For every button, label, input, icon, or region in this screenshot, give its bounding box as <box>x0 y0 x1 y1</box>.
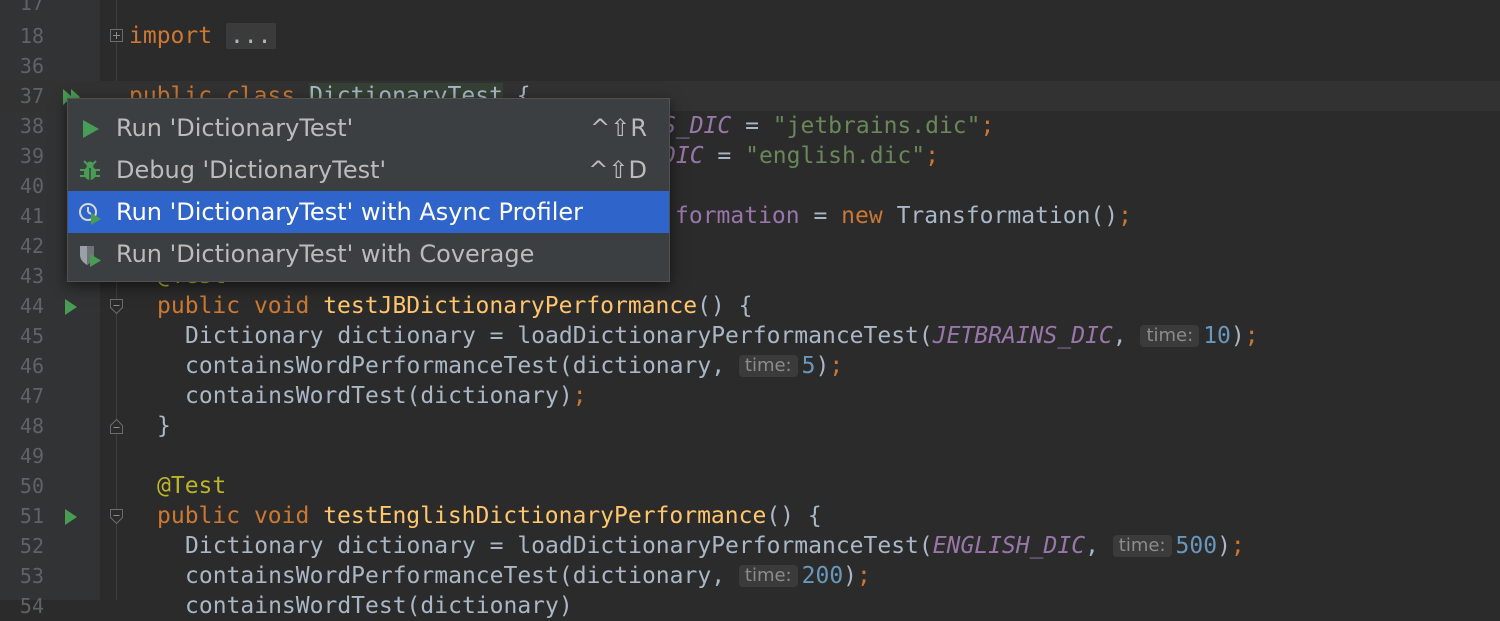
line-number: 46 <box>19 354 44 378</box>
menu-item-run[interactable]: Run 'DictionaryTest' ^⇧R <box>68 107 669 149</box>
code-text: DIC = "english.dic"; <box>662 143 939 169</box>
code-line[interactable]: 17 <box>0 0 1500 18</box>
line-number: 47 <box>19 384 44 408</box>
code-line[interactable]: 47 containsWordTest(dictionary); <box>0 381 1500 411</box>
code-text: public void testJBDictionaryPerformance(… <box>157 293 753 319</box>
menu-item-shortcut: ^⇧D <box>588 156 647 184</box>
code-text: } <box>157 413 171 439</box>
line-number: 52 <box>19 534 44 558</box>
code-text: containsWordPerformanceTest(dictionary, … <box>185 353 844 379</box>
line-number: 38 <box>19 114 44 138</box>
run-test-gutter-icon[interactable] <box>64 508 78 526</box>
fold-collapse-icon[interactable] <box>110 299 123 314</box>
line-number: 40 <box>19 174 44 198</box>
debug-icon <box>80 160 100 180</box>
code-text: Dictionary dictionary = loadDictionaryPe… <box>185 323 1259 349</box>
parameter-hint: time: <box>1140 325 1200 347</box>
code-line[interactable]: 18 import ... <box>0 21 1500 51</box>
code-line[interactable]: 51 public void testEnglishDictionaryPerf… <box>0 501 1500 531</box>
menu-item-label: Run 'DictionaryTest' <box>116 114 354 142</box>
line-number: 43 <box>19 264 44 288</box>
menu-item-label: Run 'DictionaryTest' with Coverage <box>116 240 535 268</box>
line-number: 53 <box>19 564 44 588</box>
code-line[interactable]: 48 } <box>0 411 1500 441</box>
menu-item-label: Run 'DictionaryTest' with Async Profiler <box>116 198 584 226</box>
parameter-hint: time: <box>1112 535 1172 557</box>
code-line[interactable]: 50 @Test <box>0 471 1500 501</box>
line-number: 48 <box>19 414 44 438</box>
parameter-hint: time: <box>738 355 798 377</box>
code-text: S_DIC = "jetbrains.dic"; <box>662 113 995 139</box>
code-text: Dictionary dictionary = loadDictionaryPe… <box>185 533 1245 559</box>
menu-item-async-profiler[interactable]: Run 'DictionaryTest' with Async Profiler <box>68 191 669 233</box>
code-line[interactable]: 45 Dictionary dictionary = loadDictionar… <box>0 321 1500 351</box>
fold-expand-icon[interactable] <box>110 29 123 42</box>
run-icon <box>83 120 99 138</box>
code-line[interactable]: 49 <box>0 441 1500 471</box>
code-text: formation = new Transformation(); <box>675 203 1132 229</box>
line-number: 44 <box>19 294 44 318</box>
menu-item-label: Debug 'DictionaryTest' <box>116 156 387 184</box>
line-number: 42 <box>19 234 44 258</box>
line-number: 49 <box>19 444 44 468</box>
fold-end-icon[interactable] <box>110 419 123 434</box>
code-line[interactable]: 54 containsWordTest(dictionary) <box>0 591 1500 621</box>
line-number: 37 <box>19 84 44 108</box>
code-text: import ... <box>129 21 276 51</box>
code-line[interactable]: 44 public void testJBDictionaryPerforman… <box>0 291 1500 321</box>
run-test-gutter-icon[interactable] <box>64 298 78 316</box>
async-profiler-icon <box>79 203 101 225</box>
line-number: 54 <box>19 594 44 618</box>
line-number: 18 <box>19 24 44 48</box>
code-line[interactable]: 53 containsWordPerformanceTest(dictionar… <box>0 561 1500 591</box>
line-number: 45 <box>19 324 44 348</box>
code-line[interactable]: 46 containsWordPerformanceTest(dictionar… <box>0 351 1500 381</box>
code-line[interactable]: 36 <box>0 51 1500 81</box>
coverage-icon <box>80 246 101 267</box>
code-line[interactable]: 52 Dictionary dictionary = loadDictionar… <box>0 531 1500 561</box>
code-text: containsWordTest(dictionary); <box>185 383 587 409</box>
menu-item-coverage[interactable]: Run 'DictionaryTest' with Coverage <box>68 233 669 275</box>
parameter-hint: time: <box>738 565 798 587</box>
code-text: containsWordTest(dictionary) <box>185 593 573 619</box>
fold-collapse-icon[interactable] <box>110 509 123 524</box>
code-text: public void testEnglishDictionaryPerform… <box>157 503 822 529</box>
code-editor[interactable]: 17 18 import ... 36 37 public class Dict… <box>0 0 1500 619</box>
line-number: 17 <box>19 0 44 15</box>
code-text: @Test <box>157 473 227 499</box>
menu-item-debug[interactable]: Debug 'DictionaryTest' ^⇧D <box>68 149 669 191</box>
folded-imports[interactable]: ... <box>225 23 276 49</box>
run-context-popup: Run 'DictionaryTest' ^⇧R Debug 'Dictiona… <box>67 98 670 282</box>
line-number: 51 <box>19 504 44 528</box>
line-number: 50 <box>19 474 44 498</box>
menu-item-shortcut: ^⇧R <box>590 114 647 142</box>
code-text: containsWordPerformanceTest(dictionary, … <box>185 563 871 589</box>
line-number: 41 <box>19 204 44 228</box>
line-number: 36 <box>19 54 44 78</box>
line-number: 39 <box>19 144 44 168</box>
